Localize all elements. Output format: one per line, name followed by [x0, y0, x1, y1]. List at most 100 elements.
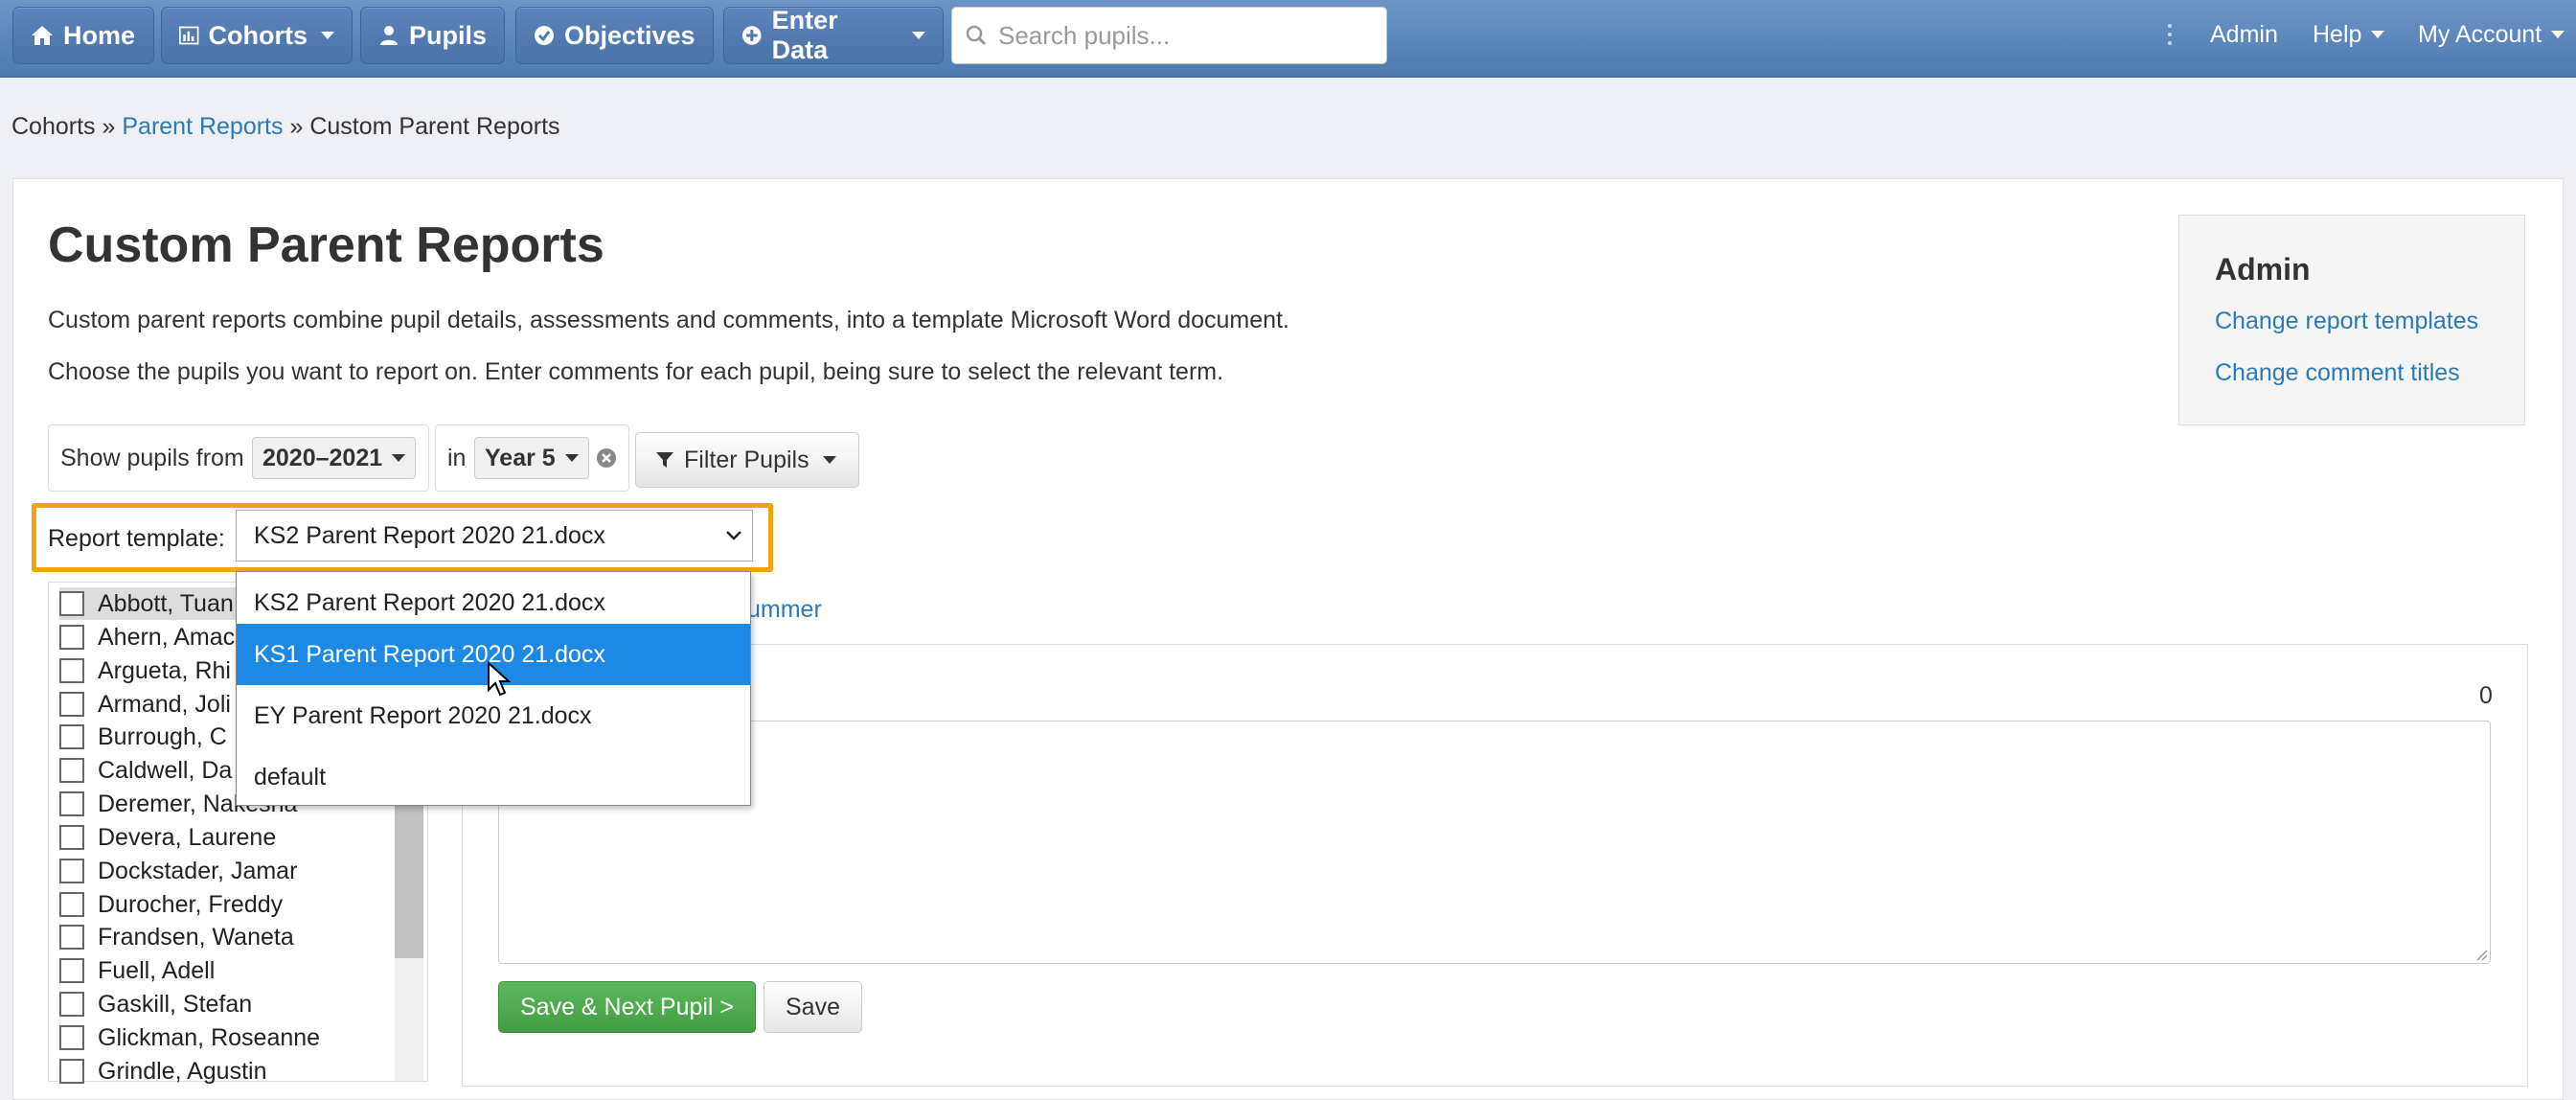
- pupil-list-item[interactable]: Armand, Joli: [59, 688, 231, 721]
- help-menu[interactable]: Help: [2313, 0, 2385, 69]
- pupil-checkbox[interactable]: [59, 791, 84, 816]
- mouse-cursor-icon: [488, 661, 512, 697]
- enter-data-label: Enter Data: [771, 6, 838, 64]
- breadcrumb-separator: »: [102, 113, 116, 140]
- page-title: Custom Parent Reports: [48, 218, 604, 273]
- pupil-checkbox[interactable]: [59, 992, 84, 1017]
- report-template-value: KS2 Parent Report 2020 21.docx: [254, 521, 605, 549]
- pupil-checkbox[interactable]: [59, 892, 84, 917]
- page-instructions: Choose the pupils you want to report on.…: [48, 358, 1224, 385]
- pupil-checkbox[interactable]: [59, 859, 84, 883]
- pupil-list-item[interactable]: Caldwell, Da: [59, 754, 232, 787]
- in-label: in: [447, 445, 467, 471]
- pupil-list-item[interactable]: Grindle, Agustin: [59, 1055, 267, 1088]
- clear-icon[interactable]: [596, 447, 617, 469]
- pupil-checkbox[interactable]: [59, 625, 84, 650]
- pupils-button[interactable]: Pupils: [360, 7, 505, 64]
- pupil-name: Argueta, Rhi: [98, 656, 231, 684]
- chevron-down-icon: [392, 454, 406, 462]
- cohorts-menu-button[interactable]: Cohorts: [161, 7, 353, 64]
- objectives-label: Objectives: [564, 20, 695, 50]
- chart-icon: [179, 26, 199, 45]
- pupil-checkbox[interactable]: [59, 724, 84, 749]
- help-label: Help: [2313, 20, 2362, 48]
- search-input[interactable]: Search pupils...: [951, 7, 1387, 64]
- chevron-down-icon: [726, 531, 741, 540]
- report-template-select[interactable]: KS2 Parent Report 2020 21.docx: [236, 510, 753, 561]
- cohorts-label: Cohorts: [208, 20, 308, 50]
- pupil-list-item[interactable]: Argueta, Rhi: [59, 654, 231, 687]
- admin-sidebar-box: Admin Change report templates Change com…: [2178, 215, 2525, 425]
- comment-textarea[interactable]: [498, 721, 2491, 964]
- pupil-list-item[interactable]: Fuell, Adell: [59, 954, 215, 987]
- chevron-down-icon: [822, 456, 836, 464]
- enter-data-menu-button[interactable]: Enter Data: [723, 6, 944, 64]
- pupil-list-item[interactable]: Dockstader, Jamar: [59, 855, 297, 887]
- term-link[interactable]: ummer: [747, 596, 822, 624]
- save-button[interactable]: Save: [764, 981, 862, 1033]
- pupil-checkbox[interactable]: [59, 925, 84, 950]
- search-icon: [966, 25, 987, 46]
- chevron-down-icon: [2551, 31, 2565, 38]
- pupil-checkbox[interactable]: [59, 591, 84, 616]
- change-report-templates-link[interactable]: Change report templates: [2215, 308, 2478, 335]
- pupil-checkbox[interactable]: [59, 658, 84, 683]
- breadcrumb: Cohorts » Parent Reports » Custom Parent…: [11, 113, 560, 141]
- pupil-checkbox[interactable]: [59, 692, 84, 717]
- resize-handle-icon[interactable]: [2474, 948, 2488, 961]
- template-option[interactable]: default: [237, 746, 750, 808]
- pupil-checkbox[interactable]: [59, 825, 84, 850]
- pupil-list-item[interactable]: Glickman, Roseanne: [59, 1021, 320, 1054]
- breadcrumb-current: Custom Parent Reports: [309, 113, 560, 140]
- pupil-name: Devera, Laurene: [98, 823, 277, 851]
- chevron-down-icon: [321, 32, 334, 39]
- home-button[interactable]: Home: [12, 7, 154, 64]
- my-account-menu[interactable]: My Account: [2418, 0, 2565, 69]
- pupils-label: Pupils: [408, 20, 487, 50]
- pupil-list-item[interactable]: Devera, Laurene: [59, 821, 276, 854]
- pupil-checkbox[interactable]: [59, 1025, 84, 1050]
- pupil-list-item[interactable]: Gaskill, Stefan: [59, 988, 252, 1020]
- group-value: Year 5: [485, 444, 556, 471]
- page-description: Custom parent reports combine pupil deta…: [48, 307, 1289, 333]
- objectives-button[interactable]: Objectives: [515, 7, 714, 64]
- pupil-list-item[interactable]: Abbott, Tuan: [59, 587, 251, 620]
- save-next-pupil-button[interactable]: Save & Next Pupil >: [498, 981, 757, 1033]
- year-dropdown[interactable]: 2020–2021: [252, 437, 417, 479]
- show-pupils-from-label: Show pupils from: [60, 445, 244, 471]
- pupil-name: Ahern, Amac: [98, 623, 236, 651]
- pupil-list-item[interactable]: Durocher, Freddy: [59, 888, 283, 921]
- vertical-ellipsis-icon: [2167, 0, 2173, 69]
- pupil-list-item[interactable]: Ahern, Amac: [59, 621, 235, 653]
- pupil-name: Abbott, Tuan: [98, 589, 234, 617]
- search-placeholder: Search pupils...: [998, 20, 1171, 50]
- change-comment-titles-link[interactable]: Change comment titles: [2215, 359, 2460, 387]
- pupil-checkbox[interactable]: [59, 958, 84, 983]
- pupil-name: Grindle, Agustin: [98, 1057, 267, 1085]
- home-label: Home: [63, 20, 136, 50]
- pupil-checkbox[interactable]: [59, 758, 84, 783]
- pupil-checkbox[interactable]: [59, 1059, 84, 1084]
- home-icon: [32, 26, 53, 45]
- user-icon: [379, 26, 398, 45]
- chevron-down-icon: [912, 32, 925, 39]
- pupil-name: Burrough, C: [98, 722, 227, 750]
- group-dropdown[interactable]: Year 5: [474, 437, 589, 479]
- pupil-name: Durocher, Freddy: [98, 890, 284, 918]
- pupil-name: Caldwell, Da: [98, 756, 233, 784]
- pupil-list-item[interactable]: Frandsen, Waneta: [59, 921, 294, 953]
- admin-link[interactable]: Admin: [2210, 0, 2278, 69]
- filter-icon: [656, 452, 673, 468]
- year-value: 2020–2021: [262, 444, 383, 471]
- chevron-down-icon: [2371, 31, 2385, 38]
- character-count: 0: [2479, 682, 2493, 709]
- top-navbar: Home Cohorts Pupils Objectives Enter Dat…: [0, 0, 2576, 78]
- check-circle-icon: [535, 26, 554, 45]
- chevron-down-icon: [564, 454, 579, 462]
- pupil-name: Armand, Joli: [98, 690, 231, 718]
- my-account-label: My Account: [2418, 20, 2542, 48]
- filter-pupils-button[interactable]: Filter Pupils: [635, 432, 859, 488]
- breadcrumb-parent-reports-link[interactable]: Parent Reports: [122, 113, 283, 140]
- pupil-list-item[interactable]: Burrough, C: [59, 721, 227, 753]
- breadcrumb-cohorts: Cohorts: [11, 113, 96, 140]
